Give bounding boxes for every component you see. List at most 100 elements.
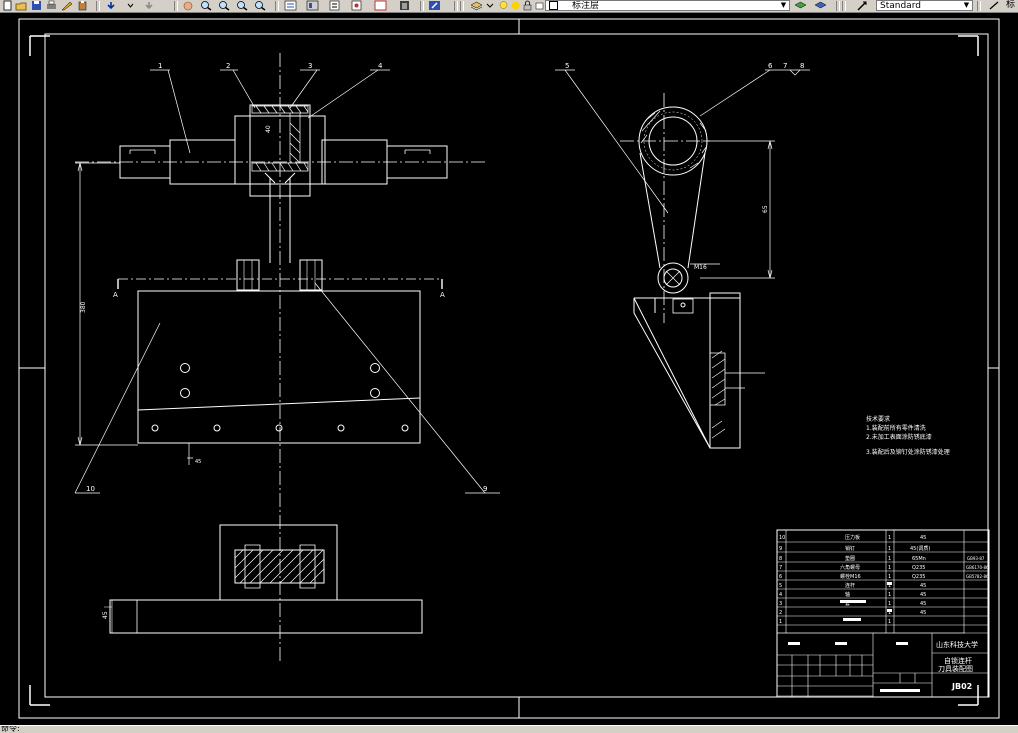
clipboard-icon[interactable]: [76, 0, 89, 11]
tech-requirements-title: 技术要求: [866, 415, 890, 423]
dim-side-label: 65: [762, 205, 769, 213]
make-current-layer-icon[interactable]: [794, 0, 807, 11]
balloon-5: 5: [565, 62, 569, 70]
dim-base-label: 45: [102, 611, 109, 619]
new-file-icon[interactable]: [1, 0, 14, 11]
bom-qty-9: 1: [888, 619, 891, 625]
design-center-icon[interactable]: [306, 0, 319, 11]
tech-note-2: 2.未加工表面涂防锈底漆: [866, 433, 932, 441]
properties-icon[interactable]: [284, 0, 297, 11]
bom-name-2: 垫圈: [845, 555, 855, 562]
bom-material-3: Q235: [912, 565, 925, 571]
chevron-down-icon[interactable]: [124, 0, 137, 11]
bom-no-3: 7: [779, 565, 782, 571]
balloon-1: 1: [158, 62, 162, 70]
bom-material-4: Q235: [912, 574, 925, 580]
open-folder-icon[interactable]: [15, 0, 28, 11]
bom-qty-8: 1: [888, 610, 891, 616]
bom-qty-7: 1: [888, 601, 891, 607]
calculator-icon[interactable]: [398, 0, 411, 11]
style-dropdown[interactable]: Standard ▼: [876, 0, 973, 11]
toolbar-label: 标: [1006, 0, 1016, 10]
bolt-right: [299, 259, 323, 291]
layer-dropdown[interactable]: 标注层 ▼: [545, 0, 790, 11]
bom-no-7: 3: [779, 601, 782, 607]
chevron-down-icon: [484, 0, 497, 11]
bom-material-8: 45: [920, 610, 926, 616]
drawing-name-2: 刀具装配图: [938, 664, 973, 673]
bom-qty-4: 1: [888, 574, 891, 580]
balloon-4: 4: [378, 62, 383, 70]
style-name: Standard: [880, 1, 921, 11]
bom-material-2: 65Mn: [912, 556, 926, 562]
bom-name-1: 销钉: [845, 545, 855, 552]
balloon-2: 2: [226, 62, 230, 70]
plate-edge: [137, 397, 421, 411]
bolt-left: [236, 259, 260, 291]
school-name: 山东科技大学: [936, 640, 978, 649]
base-plate: [109, 599, 423, 634]
cad-drawing: 1 2 3 4 5 6 7 8 9 10 A A 380 40 65 45 45…: [18, 18, 1000, 719]
layer-manager-icon[interactable]: [470, 0, 483, 11]
drawing-canvas[interactable]: 1 2 3 4 5 6 7 8 9 10 A A 380 40 65 45 45…: [0, 13, 1018, 725]
layer-previous-icon[interactable]: [814, 0, 827, 11]
markup-icon[interactable]: [374, 0, 387, 11]
bom-material-5: 45: [920, 583, 926, 589]
bom-qty-2: 1: [888, 556, 891, 562]
dimension-style-icon[interactable]: [988, 0, 1001, 11]
zoom-extents-icon[interactable]: [254, 0, 267, 11]
bom-no-1: 9: [779, 546, 782, 552]
section-bracket: [219, 524, 338, 601]
text-style-icon[interactable]: [856, 0, 869, 11]
std-code-0: GB93-87: [967, 556, 985, 561]
balloon-3: 3: [308, 62, 312, 70]
bom-name-7: 套: [845, 600, 850, 607]
bom-no-6: 4: [779, 592, 782, 598]
balloon-9: 9: [483, 485, 487, 493]
save-icon[interactable]: [30, 0, 43, 11]
toolbar: 标注层 ▼ Standard ▼ 标: [0, 0, 1018, 13]
dim-vertical-label: 380: [80, 301, 87, 313]
drawing-name-1: 自锁连杆: [944, 656, 972, 665]
zoom-realtime-icon[interactable]: [200, 0, 213, 11]
drawing-number: JB02: [951, 682, 972, 691]
bom-no-8: 2: [779, 610, 782, 616]
bom-name-6: 轴: [845, 591, 850, 598]
dim-small-label: 45: [195, 459, 201, 465]
balloon-7: 7: [783, 62, 787, 70]
chevron-down-icon: ▼: [780, 1, 787, 9]
bom-qty-5: 1: [888, 583, 891, 589]
bom-no-4: 6: [779, 574, 782, 580]
pencil-icon[interactable]: [60, 0, 73, 11]
bom-name-0: 压力板: [845, 534, 860, 541]
section-mark-left: A: [113, 291, 118, 299]
sheet-set-icon[interactable]: [350, 0, 363, 11]
dim-hub-label: 40: [265, 125, 272, 133]
side-bracket: [633, 297, 740, 449]
balloon-6: 6: [768, 62, 773, 70]
bom-material-1: 45(调质): [910, 545, 930, 552]
tech-note-3: 3.装配后及铆钉处涂防锈漆处理: [866, 448, 950, 456]
balloon-8: 8: [800, 62, 804, 70]
tool-palette-icon[interactable]: [328, 0, 341, 11]
zoom-previous-icon[interactable]: [236, 0, 249, 11]
layer-color-swatch: [549, 1, 558, 10]
bom-qty-1: 1: [888, 546, 891, 552]
redo-icon[interactable]: [143, 0, 156, 11]
bom-no-2: 8: [779, 556, 782, 562]
undo-icon[interactable]: [105, 0, 118, 11]
print-icon[interactable]: [45, 0, 58, 11]
balloon-10: 10: [86, 485, 95, 493]
zoom-window-icon[interactable]: [218, 0, 231, 11]
bom-material-6: 45: [920, 592, 926, 598]
pan-hand-icon[interactable]: [182, 0, 195, 11]
bom-qty-0: 1: [888, 535, 891, 541]
bom-no-9: 1: [779, 619, 782, 625]
bom-material-7: 45: [920, 601, 926, 607]
tech-note-1: 1.装配前所有零件清洗: [866, 424, 926, 432]
help-icon[interactable]: [428, 0, 441, 11]
std-code-2: GB5782-86: [966, 574, 989, 579]
std-code-1: GB6170-86: [966, 565, 989, 570]
bom-no-0: 10: [779, 535, 785, 541]
sheet-outer-border: [18, 18, 1000, 719]
